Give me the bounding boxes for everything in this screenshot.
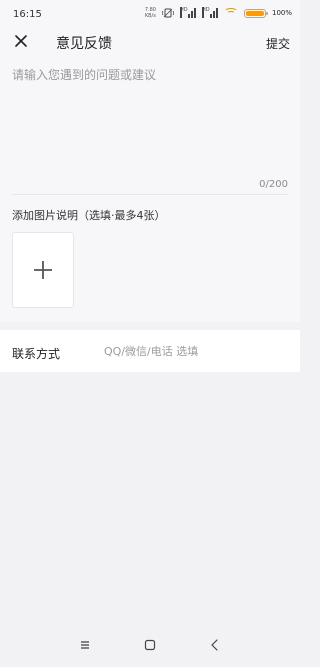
- feedback-textarea[interactable]: [12, 66, 288, 176]
- network-speed-icon: 7.80 KB/s: [145, 7, 156, 19]
- signal-2-label: HD: [201, 7, 210, 18]
- plus-icon: [34, 261, 52, 279]
- battery-text: 100%: [271, 9, 292, 17]
- header: 意见反馈 提交: [0, 28, 300, 60]
- contact-section: 联系方式: [0, 330, 300, 372]
- submit-button[interactable]: 提交: [266, 35, 290, 52]
- status-icons: 7.80 KB/s HD HD 100%: [145, 7, 292, 19]
- back-icon: [211, 639, 218, 651]
- add-image-label: 添加图片说明（选填·最多4张）: [12, 209, 166, 222]
- close-button[interactable]: [12, 32, 30, 50]
- signal-icon: HD: [179, 7, 196, 18]
- battery-icon: [243, 8, 268, 18]
- character-counter: 0/200: [259, 179, 288, 190]
- divider: [12, 194, 288, 195]
- wifi-icon: [224, 8, 238, 18]
- status-time: 16:15: [13, 9, 42, 20]
- signal-icon: HD: [201, 7, 218, 18]
- contact-label: 联系方式: [12, 347, 61, 361]
- menu-icon: [81, 641, 89, 649]
- nav-menu-button[interactable]: [77, 637, 93, 653]
- battery-tip: [265, 11, 268, 15]
- network-speed-unit: KB/s: [144, 13, 156, 19]
- status-bar: 16:15 7.80 KB/s HD HD 100%: [0, 0, 300, 28]
- nav-home-button[interactable]: [142, 637, 158, 653]
- add-image-button[interactable]: [12, 232, 74, 308]
- contact-input[interactable]: [104, 341, 284, 361]
- page-title: 意见反馈: [56, 36, 112, 52]
- feedback-card: 0/200 添加图片说明（选填·最多4张）: [0, 60, 300, 322]
- signal-1-label: HD: [179, 7, 188, 18]
- home-icon: [144, 639, 156, 651]
- vibrate-icon: [161, 8, 175, 18]
- close-icon: [15, 35, 27, 47]
- battery-fill: [245, 10, 264, 16]
- system-nav-bar: [0, 625, 300, 667]
- nav-back-button[interactable]: [207, 637, 223, 653]
